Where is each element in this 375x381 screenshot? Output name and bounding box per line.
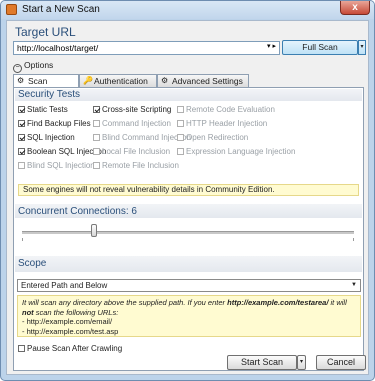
check-open-redirection[interactable]: Open Redirection bbox=[177, 133, 248, 142]
checkbox bbox=[18, 106, 25, 113]
check-find-backup-files[interactable]: Find Backup Files bbox=[18, 119, 91, 128]
window-title: Start a New Scan bbox=[22, 4, 100, 15]
scope-desc-url: http://example.com/testarea/ bbox=[227, 298, 329, 307]
check-label: Find Backup Files bbox=[27, 119, 91, 128]
scope-example-url: - http://example.com/email/ bbox=[22, 317, 113, 326]
connections-slider-thumb[interactable] bbox=[91, 224, 97, 237]
check-http-header-injection[interactable]: HTTP Header Injection bbox=[177, 119, 267, 128]
scope-desc-text: scan the following URLs: bbox=[33, 307, 119, 317]
url-history-arrows-icon[interactable]: ▾ ▸ bbox=[267, 42, 276, 50]
chevron-down-icon: ▼ bbox=[351, 282, 357, 288]
target-url-heading: Target URL bbox=[15, 25, 76, 39]
check-expression-language-injection[interactable]: Expression Language Injection bbox=[177, 147, 295, 156]
tab-label: Authentication bbox=[94, 76, 148, 86]
check-label: Static Tests bbox=[27, 105, 68, 114]
check-sql-injection[interactable]: SQL Injection bbox=[18, 133, 75, 142]
check-label: SQL Injection bbox=[27, 133, 75, 142]
check-label: Command Injection bbox=[102, 119, 171, 128]
start-scan-label: Start Scan bbox=[240, 357, 284, 367]
checkbox bbox=[177, 120, 184, 127]
tab-label: Advanced Settings bbox=[172, 76, 243, 86]
target-url-input[interactable]: http://localhost/target/ ▾ ▸ bbox=[13, 41, 280, 55]
check-remote-file-inclusion[interactable]: Remote File Inclusion bbox=[93, 161, 179, 170]
scope-desc-text: It will scan any directory above the sup… bbox=[22, 298, 228, 307]
scope-select[interactable]: Entered Path and Below ▼ bbox=[17, 279, 361, 292]
slider-tick bbox=[353, 238, 354, 241]
gear-icon: ⚙ bbox=[17, 76, 25, 85]
scope-example-url: - http://example.com/test.asp bbox=[22, 326, 119, 336]
check-label: Open Redirection bbox=[186, 133, 249, 142]
key-icon: 🔑 bbox=[83, 76, 93, 85]
scan-profile-button[interactable]: Full Scan bbox=[282, 40, 358, 55]
connections-slider-track[interactable] bbox=[22, 231, 354, 234]
check-pause-after-crawling[interactable]: Pause Scan After Crawling bbox=[18, 344, 122, 353]
dialog-body: Target URL http://localhost/target/ ▾ ▸ … bbox=[6, 20, 369, 375]
options-toggle[interactable]: − Options bbox=[13, 60, 53, 73]
checkbox bbox=[93, 134, 100, 141]
scope-desc-text: it will bbox=[328, 298, 347, 307]
options-label: Options bbox=[24, 60, 54, 70]
check-command-injection[interactable]: Command Injection bbox=[93, 119, 171, 128]
scan-dialog-window: Start a New Scan x Target URL http://loc… bbox=[0, 0, 375, 381]
checkbox bbox=[18, 134, 25, 141]
tab-scan-settings[interactable]: ⚙Scan Settings bbox=[13, 74, 79, 98]
check-label: Expression Language Injection bbox=[186, 147, 296, 156]
start-scan-dropdown-icon[interactable]: ▾ bbox=[297, 355, 306, 370]
connections-heading: Concurrent Connections: 6 bbox=[18, 206, 137, 217]
checkbox bbox=[18, 345, 25, 352]
scope-selected-value: Entered Path and Below bbox=[21, 281, 108, 290]
checkbox bbox=[18, 120, 25, 127]
check-label: Remote File Inclusion bbox=[102, 161, 179, 170]
check-remote-code-evaluation[interactable]: Remote Code Evaluation bbox=[177, 105, 275, 114]
check-label: Cross-site Scripting bbox=[102, 105, 172, 114]
cancel-button[interactable]: Cancel bbox=[316, 355, 366, 370]
security-tests-heading: Security Tests bbox=[18, 89, 81, 100]
checkbox bbox=[93, 106, 100, 113]
tab-advanced-settings[interactable]: ⚙ Advanced Settings bbox=[157, 74, 249, 87]
check-label: HTTP Header Injection bbox=[186, 119, 268, 128]
checkbox bbox=[93, 148, 100, 155]
check-label: Blind SQL Injection bbox=[27, 161, 95, 170]
scan-profile-dropdown-icon[interactable]: ▾ bbox=[358, 40, 366, 55]
collapse-icon: − bbox=[13, 64, 22, 73]
check-cross-site-scripting[interactable]: Cross-site Scripting bbox=[93, 105, 171, 114]
checkbox bbox=[177, 134, 184, 141]
title-bar: Start a New Scan x bbox=[1, 1, 374, 19]
scan-settings-panel: Security Tests Static Tests Find Backup … bbox=[13, 87, 364, 371]
checkbox bbox=[177, 148, 184, 155]
app-icon bbox=[6, 4, 17, 15]
check-label: Local File Inclusion bbox=[102, 147, 171, 156]
scope-description: It will scan any directory above the sup… bbox=[17, 295, 361, 337]
close-button[interactable]: x bbox=[340, 1, 370, 15]
target-url-value: http://localhost/target/ bbox=[17, 43, 99, 53]
checkbox bbox=[93, 162, 100, 169]
checkbox bbox=[18, 162, 25, 169]
tab-authentication[interactable]: 🔑 Authentication bbox=[79, 74, 157, 87]
start-scan-button[interactable]: Start Scan bbox=[227, 355, 297, 370]
scope-desc-not: not bbox=[22, 307, 34, 317]
checkbox bbox=[93, 120, 100, 127]
check-blind-sql-injection[interactable]: Blind SQL Injection bbox=[18, 161, 95, 170]
check-label: Pause Scan After Crawling bbox=[27, 344, 123, 353]
scope-heading: Scope bbox=[18, 258, 47, 269]
scope-header bbox=[15, 256, 362, 272]
slider-tick bbox=[22, 238, 23, 241]
checkbox bbox=[177, 106, 184, 113]
checkbox bbox=[18, 148, 25, 155]
edition-note: Some engines will not reveal vulnerabili… bbox=[18, 184, 359, 196]
check-local-file-inclusion[interactable]: Local File Inclusion bbox=[93, 147, 170, 156]
gear-icon: ⚙ bbox=[161, 76, 169, 85]
check-static-tests[interactable]: Static Tests bbox=[18, 105, 68, 114]
check-label: Remote Code Evaluation bbox=[186, 105, 275, 114]
